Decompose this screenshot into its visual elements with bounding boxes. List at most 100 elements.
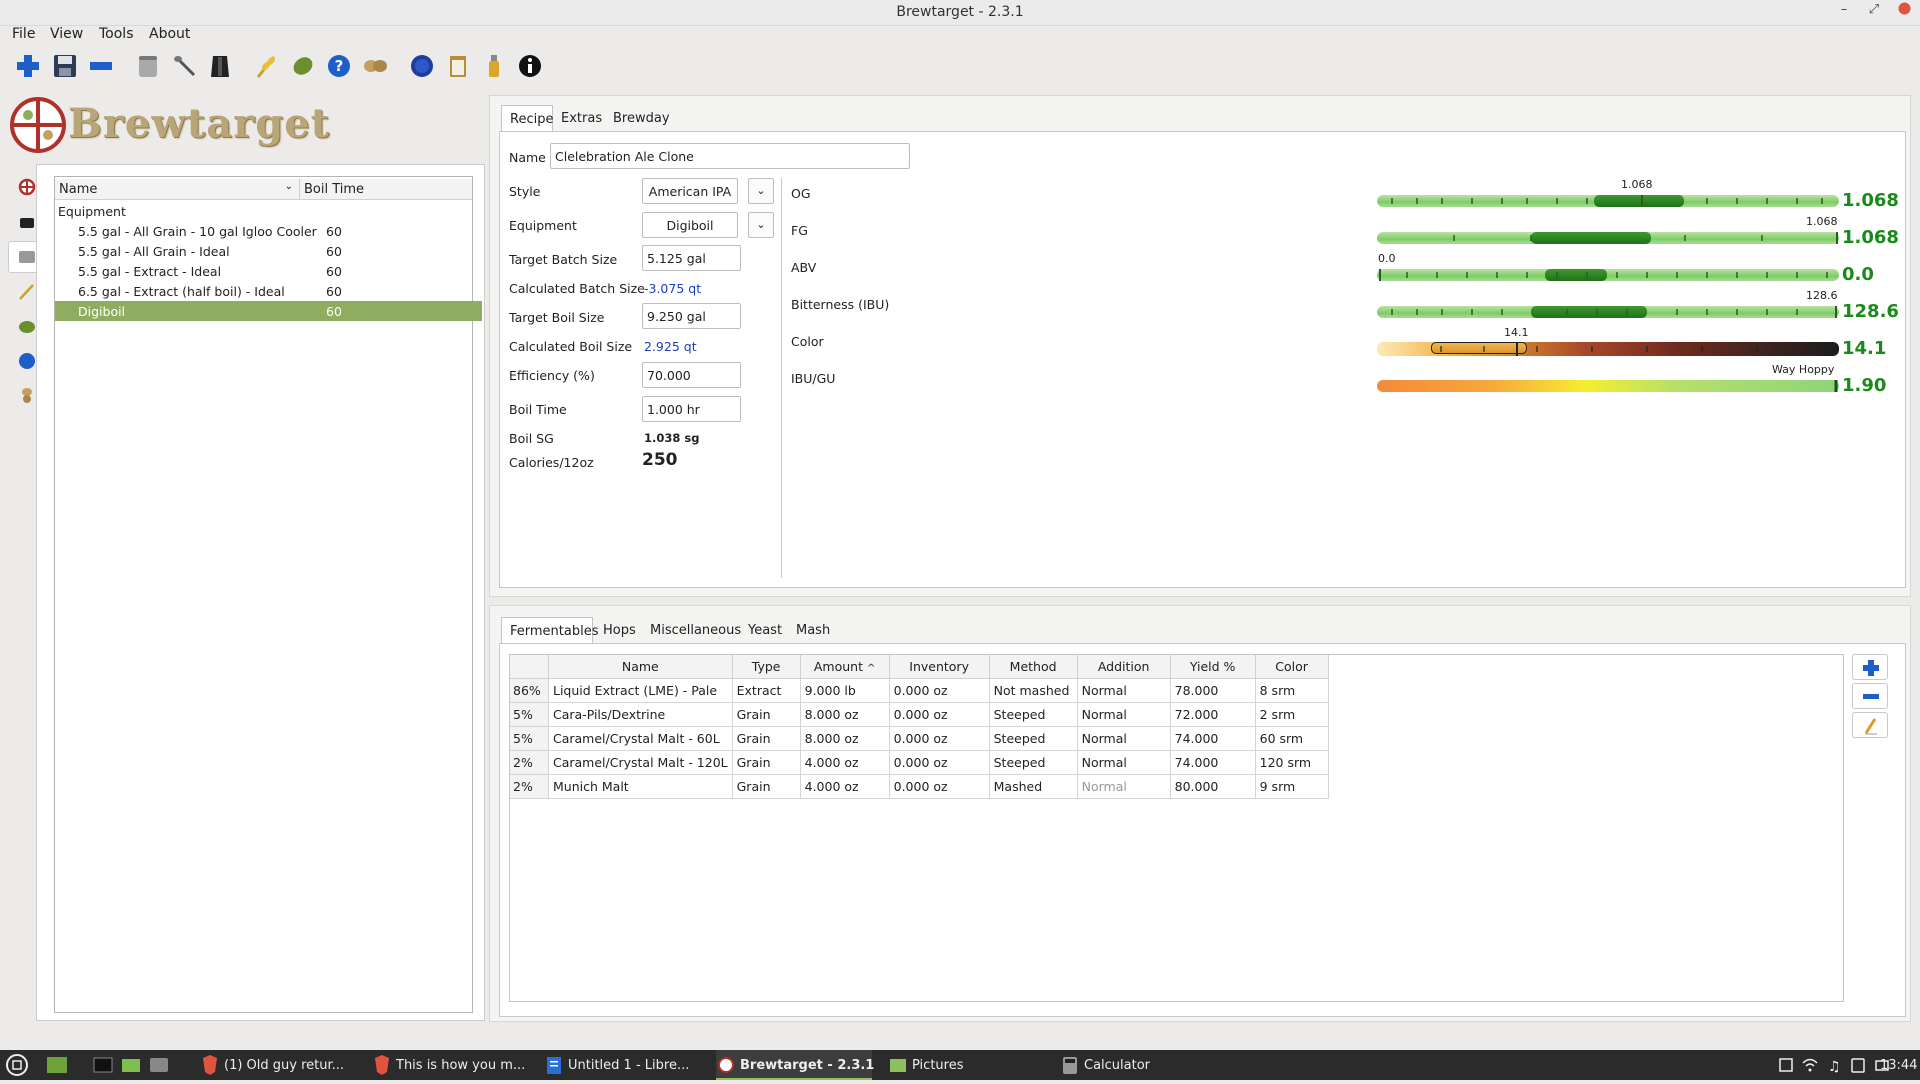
cell-inventory[interactable]: 0.000 oz bbox=[889, 750, 990, 775]
table-row[interactable]: 2% Caramel/Crystal Malt - 120L Grain 4.0… bbox=[510, 750, 1329, 775]
taskbar-item-calculator[interactable]: Calculator bbox=[1060, 1050, 1210, 1080]
tree-row-selected[interactable]: Digiboil 60 bbox=[55, 301, 482, 321]
cell-color[interactable]: 2 srm bbox=[1255, 702, 1329, 727]
boil-time-input[interactable]: 1.000 hr bbox=[642, 396, 741, 422]
tab-extras[interactable]: Extras bbox=[553, 105, 610, 131]
equipment-select[interactable]: Digiboil bbox=[642, 212, 738, 238]
cell-color[interactable]: 120 srm bbox=[1255, 750, 1329, 775]
globe-icon[interactable] bbox=[409, 53, 435, 79]
side-yeast-icon[interactable] bbox=[17, 385, 37, 405]
cell-amount[interactable]: 8.000 oz bbox=[800, 726, 890, 751]
tree-row[interactable]: 5.5 gal - All Grain - 10 gal Igloo Coole… bbox=[55, 221, 482, 241]
cell-name[interactable]: Munich Malt bbox=[548, 774, 733, 799]
wifi-icon[interactable] bbox=[1800, 1050, 1820, 1080]
side-misc-icon[interactable] bbox=[17, 351, 37, 371]
cell-name[interactable]: Cara-Pils/Dextrine bbox=[548, 702, 733, 727]
table-row[interactable]: 5% Caramel/Crystal Malt - 60L Grain 8.00… bbox=[510, 726, 1329, 751]
cell-yield[interactable]: 78.000 bbox=[1170, 678, 1256, 703]
tree-header-boil[interactable]: Boil Time bbox=[300, 179, 472, 200]
cell-yield[interactable]: 72.000 bbox=[1170, 702, 1256, 727]
cell-yield[interactable]: 80.000 bbox=[1170, 774, 1256, 799]
col-header-yield[interactable]: Yield % bbox=[1170, 655, 1256, 679]
cell-amount[interactable]: 8.000 oz bbox=[800, 702, 890, 727]
equipment-dropdown-button[interactable]: ⌄ bbox=[748, 212, 774, 238]
cell-type[interactable]: Grain bbox=[732, 774, 801, 799]
cell-addition[interactable]: Normal bbox=[1077, 750, 1171, 775]
col-header-inventory[interactable]: Inventory bbox=[889, 655, 990, 679]
files-icon[interactable] bbox=[120, 1050, 142, 1080]
yeast-icon[interactable] bbox=[362, 53, 388, 79]
cell-amount[interactable]: 4.000 oz bbox=[800, 774, 890, 799]
cell-method[interactable]: Mashed bbox=[989, 774, 1078, 799]
battery-icon[interactable] bbox=[1848, 1050, 1868, 1080]
maximize-button[interactable]: ⤢ bbox=[1864, 2, 1884, 17]
tree-row[interactable]: 5.5 gal - All Grain - Ideal 60 bbox=[55, 241, 482, 261]
side-equipment-icon[interactable] bbox=[17, 213, 37, 233]
side-recipe-icon[interactable] bbox=[17, 177, 37, 197]
cell-addition[interactable]: Normal bbox=[1077, 702, 1171, 727]
settings-icon[interactable] bbox=[148, 1050, 170, 1080]
table-row[interactable]: 2% Munich Malt Grain 4.000 oz 0.000 oz M… bbox=[510, 774, 1329, 799]
col-header-color[interactable]: Color bbox=[1255, 655, 1329, 679]
tray-display-icon[interactable] bbox=[1776, 1050, 1796, 1080]
tab-brewday[interactable]: Brewday bbox=[605, 105, 678, 131]
cell-name[interactable]: Caramel/Crystal Malt - 120L bbox=[548, 750, 733, 775]
cell-yield[interactable]: 74.000 bbox=[1170, 750, 1256, 775]
target-batch-input[interactable]: 5.125 gal bbox=[642, 245, 741, 271]
cell-addition[interactable]: Normal bbox=[1077, 774, 1171, 799]
tab-yeast[interactable]: Yeast bbox=[740, 617, 790, 643]
start-menu-icon[interactable] bbox=[4, 1050, 30, 1080]
menu-view[interactable]: View bbox=[50, 26, 83, 42]
save-icon[interactable] bbox=[52, 53, 78, 79]
table-row[interactable]: 86% Liquid Extract (LME) - Pale Extract … bbox=[510, 678, 1329, 703]
apron-icon[interactable] bbox=[207, 53, 233, 79]
remove-fermentable-button[interactable] bbox=[1852, 683, 1888, 709]
cell-method[interactable]: Steeped bbox=[989, 750, 1078, 775]
cell-amount[interactable]: 4.000 oz bbox=[800, 750, 890, 775]
col-header-name[interactable]: Name bbox=[548, 655, 733, 679]
hop-leaf-icon[interactable] bbox=[290, 53, 316, 79]
taskbar-item-brewtarget[interactable]: Brewtarget - 2.3.1 bbox=[716, 1050, 874, 1080]
cell-color[interactable]: 60 srm bbox=[1255, 726, 1329, 751]
cell-yield[interactable]: 74.000 bbox=[1170, 726, 1256, 751]
cell-inventory[interactable]: 0.000 oz bbox=[889, 726, 990, 751]
cell-type[interactable]: Grain bbox=[732, 726, 801, 751]
efficiency-input[interactable]: 70.000 bbox=[642, 362, 741, 388]
style-dropdown-button[interactable]: ⌄ bbox=[748, 178, 774, 204]
cell-type[interactable]: Grain bbox=[732, 702, 801, 727]
tree-header-name[interactable]: Name ⌄ bbox=[55, 179, 300, 200]
style-select[interactable]: American IPA bbox=[642, 178, 738, 204]
tree-folder-equipment[interactable]: Equipment bbox=[55, 201, 482, 221]
cell-type[interactable]: Extract bbox=[732, 678, 801, 703]
cell-color[interactable]: 9 srm bbox=[1255, 774, 1329, 799]
tab-mash[interactable]: Mash bbox=[788, 617, 838, 643]
cell-method[interactable]: Steeped bbox=[989, 726, 1078, 751]
equipment-tree[interactable]: Name ⌄ Boil Time Equipment 5.5 gal - All… bbox=[54, 176, 482, 1013]
show-desktop-icon[interactable] bbox=[44, 1050, 70, 1080]
taskbar-item-brave-1[interactable]: (1) Old guy retur... bbox=[200, 1050, 350, 1080]
cell-name[interactable]: Liquid Extract (LME) - Pale bbox=[548, 678, 733, 703]
cell-inventory[interactable]: 0.000 oz bbox=[889, 774, 990, 799]
terminal-icon[interactable] bbox=[92, 1050, 114, 1080]
col-header-type[interactable]: Type bbox=[732, 655, 801, 679]
side-hop-icon[interactable] bbox=[17, 317, 37, 337]
tab-miscellaneous[interactable]: Miscellaneous bbox=[642, 617, 749, 643]
col-header-method[interactable]: Method bbox=[989, 655, 1078, 679]
col-header-addition[interactable]: Addition bbox=[1077, 655, 1171, 679]
cell-addition[interactable]: Normal bbox=[1077, 726, 1171, 751]
fermentables-table[interactable]: Name Type Amount ^ Inventory Method Addi… bbox=[509, 654, 1844, 1002]
taskbar-item-brave-2[interactable]: This is how you m... bbox=[372, 1050, 525, 1080]
menu-tools[interactable]: Tools bbox=[99, 26, 134, 42]
info-icon[interactable] bbox=[517, 53, 543, 79]
close-button[interactable] bbox=[1894, 2, 1914, 19]
recipe-name-input[interactable]: Clelebration Ale Clone bbox=[550, 143, 910, 169]
new-recipe-icon[interactable] bbox=[15, 53, 41, 79]
taskbar-item-libreoffice[interactable]: Untitled 1 - Libre... bbox=[544, 1050, 694, 1080]
target-boil-input[interactable]: 9.250 gal bbox=[642, 303, 741, 329]
cell-color[interactable]: 8 srm bbox=[1255, 678, 1329, 703]
menu-about[interactable]: About bbox=[149, 26, 190, 42]
cell-name[interactable]: Caramel/Crystal Malt - 60L bbox=[548, 726, 733, 751]
cell-method[interactable]: Steeped bbox=[989, 702, 1078, 727]
delete-icon[interactable] bbox=[88, 53, 114, 79]
tree-row[interactable]: 6.5 gal - Extract (half boil) - Ideal 60 bbox=[55, 281, 482, 301]
